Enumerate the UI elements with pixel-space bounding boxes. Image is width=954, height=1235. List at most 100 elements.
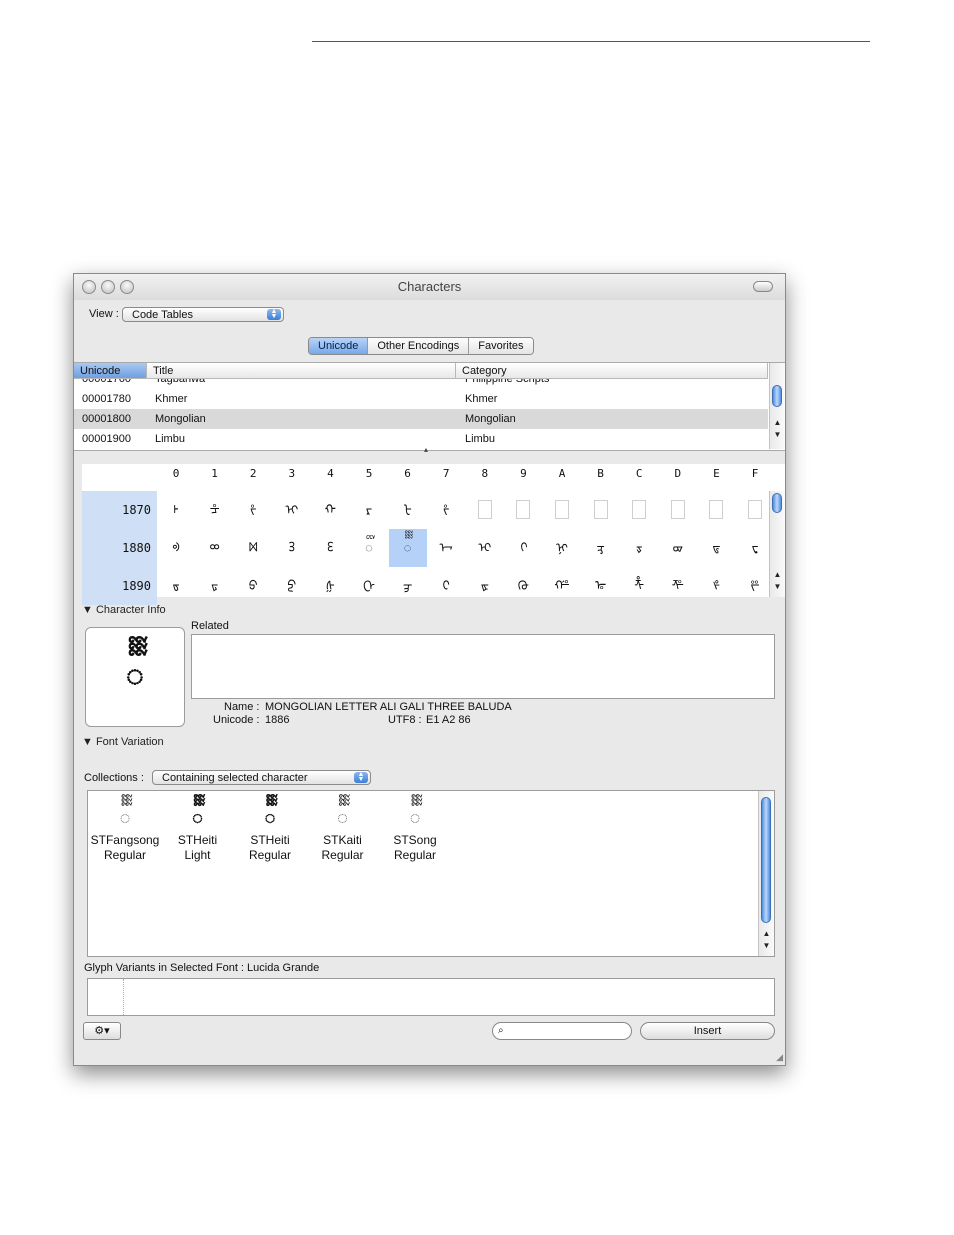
insert-button[interactable]: Insert bbox=[640, 1022, 775, 1040]
title-bar[interactable]: Characters bbox=[74, 274, 785, 300]
character-cell[interactable]: ᢑ bbox=[196, 567, 234, 605]
character-cell[interactable] bbox=[620, 491, 658, 529]
character-cell[interactable]: ᡴ bbox=[311, 491, 349, 529]
character-cell[interactable]: ᡲ bbox=[234, 491, 272, 529]
scroll-down-arrow-icon[interactable]: ▼ bbox=[770, 429, 785, 441]
search-field[interactable]: ⌕ bbox=[492, 1022, 632, 1040]
scroll-up-arrow-icon[interactable]: ▲ bbox=[759, 928, 774, 940]
font-variation-item[interactable]: ᢆ STHeiti Regular bbox=[233, 803, 307, 863]
character-cell[interactable]: ᡱ bbox=[196, 491, 234, 529]
character-cell[interactable]: ᢇ bbox=[427, 529, 465, 567]
table-row[interactable]: 00001760 Tagbanwa Philippine Scripts bbox=[74, 379, 768, 389]
character-cell[interactable]: ᢖ bbox=[389, 567, 427, 605]
view-popup[interactable]: Code Tables ▲ ▼ bbox=[122, 307, 284, 322]
character-cell[interactable]: ᢐ bbox=[157, 567, 195, 605]
character-cell[interactable]: ᢆ bbox=[388, 529, 427, 567]
grid-scrollbar[interactable]: ▲ ▼ bbox=[769, 491, 785, 597]
collections-popup[interactable]: Containing selected character ▲ ▼ bbox=[152, 770, 371, 785]
character-cell[interactable]: ᢙ bbox=[504, 567, 542, 605]
character-cell[interactable]: ᢁ bbox=[196, 529, 234, 567]
character-cell[interactable]: ᢝ bbox=[659, 567, 697, 605]
grid-column-header: D bbox=[674, 467, 682, 480]
column-header-title[interactable]: Title bbox=[147, 363, 456, 379]
font-variation-item[interactable]: ᢆ STHeiti Light bbox=[161, 803, 235, 863]
related-characters-box[interactable] bbox=[191, 634, 775, 699]
font-list-scrollbar[interactable]: ▲ ▼ bbox=[758, 791, 774, 956]
font-list-scroll-thumb[interactable] bbox=[761, 797, 771, 923]
character-cell[interactable]: ᢂ bbox=[234, 529, 272, 567]
font-variation-item[interactable]: ᢆ STSong Regular bbox=[378, 803, 452, 863]
character-cell[interactable]: ᢒ bbox=[234, 567, 272, 605]
split-handle-icon[interactable]: ▴ bbox=[424, 445, 428, 454]
character-cell[interactable] bbox=[582, 491, 620, 529]
scroll-up-arrow-icon[interactable]: ▲ bbox=[770, 417, 785, 429]
character-cell[interactable] bbox=[504, 491, 542, 529]
character-cell[interactable]: ᢓ bbox=[273, 567, 311, 605]
table-scroll-thumb[interactable] bbox=[772, 385, 782, 407]
character-cell[interactable]: ᢄ bbox=[311, 529, 349, 567]
character-cell[interactable] bbox=[659, 491, 697, 529]
char-utf8-value: E1 A2 86 bbox=[426, 714, 471, 726]
character-cell[interactable]: ᡳ bbox=[273, 491, 311, 529]
character-cell[interactable]: ᢀ bbox=[157, 529, 195, 567]
character-cell[interactable]: ᢃ bbox=[273, 529, 311, 567]
character-cell[interactable]: ᢜ bbox=[620, 567, 658, 605]
scroll-up-arrow-icon[interactable]: ▲ bbox=[770, 569, 785, 581]
table-row[interactable]: 00001900 Limbu Limbu bbox=[74, 429, 768, 449]
scroll-down-arrow-icon[interactable]: ▼ bbox=[759, 940, 774, 952]
character-cell[interactable] bbox=[697, 491, 735, 529]
font-variation-item[interactable]: ᢆ STFangsong Regular bbox=[88, 803, 162, 863]
action-menu-button[interactable]: ⚙▾ bbox=[83, 1022, 121, 1040]
character-cell[interactable]: ᡰ bbox=[157, 491, 195, 529]
character-cell[interactable]: ᢘ bbox=[466, 567, 504, 605]
grid-row-header: 1870 bbox=[82, 491, 157, 529]
collections-value: Containing selected character bbox=[162, 772, 308, 784]
tab-other-encodings[interactable]: Other Encodings bbox=[368, 338, 470, 354]
font-variation-disclosure[interactable]: ▼ Font Variation bbox=[82, 736, 164, 748]
character-cell[interactable]: ᢊ bbox=[543, 529, 581, 567]
glyph-variants-box[interactable] bbox=[87, 978, 775, 1016]
table-body: 00001760 Tagbanwa Philippine Scripts 000… bbox=[74, 379, 768, 449]
font-variation-item[interactable]: ᢆ STKaiti Regular bbox=[306, 803, 380, 863]
column-header-category[interactable]: Category bbox=[456, 363, 768, 379]
table-scrollbar[interactable]: ▲ ▼ bbox=[769, 363, 785, 449]
character-cell[interactable]: ᢔ bbox=[311, 567, 349, 605]
character-cell[interactable]: ᢍ bbox=[659, 529, 697, 567]
character-cell[interactable]: ᢎ bbox=[697, 529, 735, 567]
grid-column-header: 1 bbox=[211, 467, 218, 480]
scroll-down-arrow-icon[interactable]: ▼ bbox=[770, 581, 785, 593]
font-glyph-sample: ᢆ bbox=[119, 808, 132, 828]
character-cell[interactable]: ᡵ bbox=[350, 491, 388, 529]
table-row[interactable]: 00001780 Khmer Khmer bbox=[74, 389, 768, 409]
tab-favorites[interactable]: Favorites bbox=[469, 338, 533, 354]
grid-column-header: A bbox=[558, 467, 566, 480]
column-header-unicode[interactable]: Unicode bbox=[74, 363, 147, 379]
search-input[interactable] bbox=[511, 1025, 627, 1038]
table-row-selected[interactable]: 00001800 Mongolian Mongolian bbox=[74, 409, 768, 429]
character-cell[interactable] bbox=[466, 491, 504, 529]
tab-unicode[interactable]: Unicode bbox=[309, 338, 369, 354]
character-cell[interactable]: ᢅ bbox=[350, 529, 388, 567]
font-style: Regular bbox=[248, 848, 292, 862]
character-cell[interactable]: ᢈ bbox=[466, 529, 504, 567]
character-cell[interactable]: ᢛ bbox=[582, 567, 620, 605]
character-cell[interactable]: ᢞ bbox=[697, 567, 735, 605]
character-cell[interactable]: ᢕ bbox=[350, 567, 388, 605]
cell-code: 00001800 bbox=[82, 413, 131, 425]
selected-glyph-preview[interactable]: ᢆ bbox=[85, 627, 185, 727]
character-cell[interactable]: ᡷ bbox=[427, 491, 465, 529]
grid-scroll-thumb[interactable] bbox=[772, 493, 782, 513]
character-cell[interactable]: ᢗ bbox=[427, 567, 465, 605]
character-info-disclosure[interactable]: ▼ Character Info bbox=[82, 604, 166, 616]
character-cell[interactable]: ᢌ bbox=[620, 529, 658, 567]
resize-grip-icon[interactable]: ◢ bbox=[776, 1052, 783, 1063]
font-variation-label: Font Variation bbox=[95, 736, 164, 748]
character-cell[interactable]: ᢉ bbox=[504, 529, 542, 567]
cell-title: Mongolian bbox=[155, 413, 206, 425]
character-cell[interactable]: ᢋ bbox=[582, 529, 620, 567]
collections-label: Collections : bbox=[84, 772, 144, 784]
toolbar-toggle-button[interactable] bbox=[753, 281, 773, 292]
character-cell[interactable]: ᡶ bbox=[389, 491, 427, 529]
character-cell[interactable]: ᢚ bbox=[543, 567, 581, 605]
character-cell[interactable] bbox=[543, 491, 581, 529]
